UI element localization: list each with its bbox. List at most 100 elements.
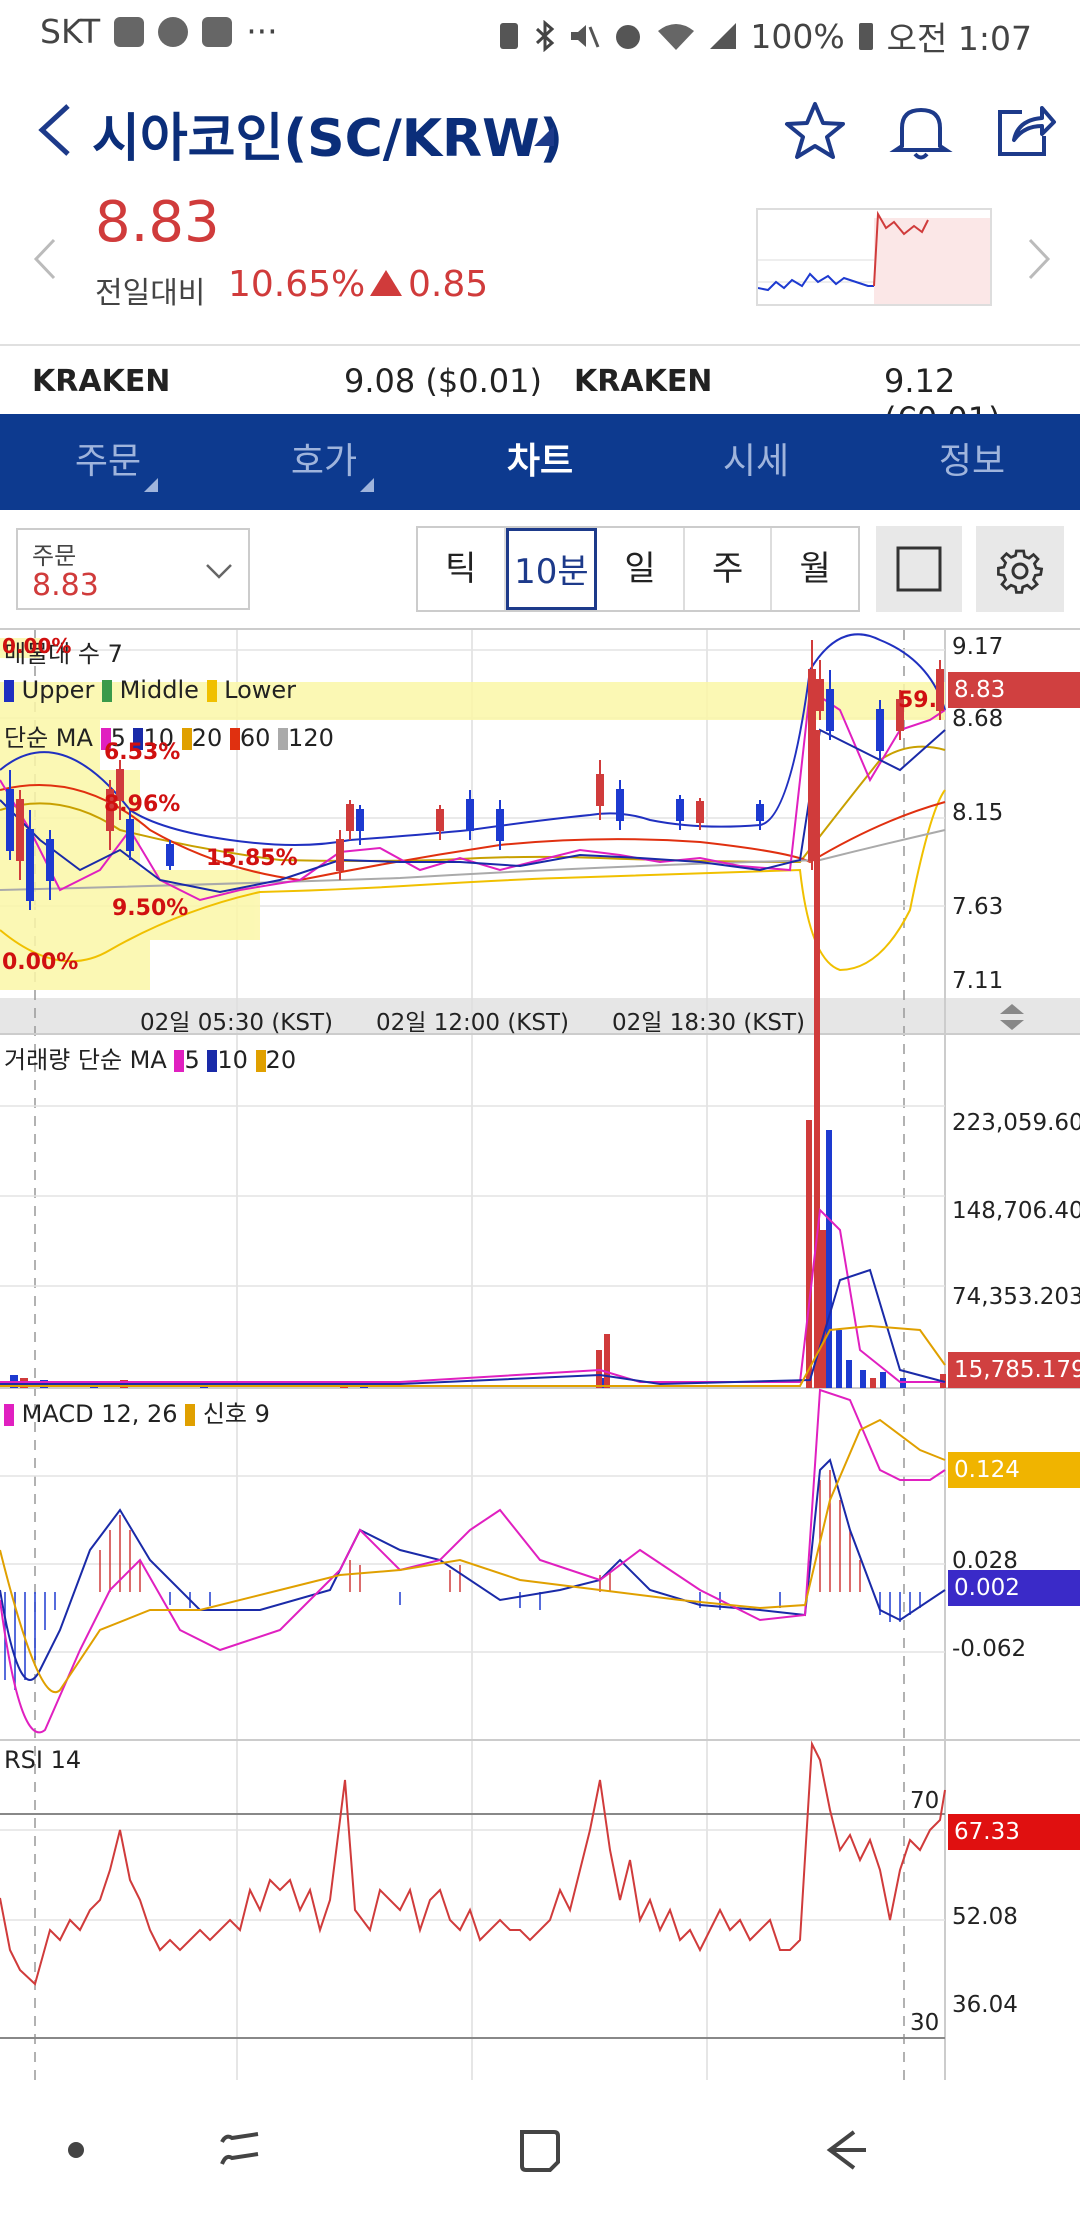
app-header: 시아코인(SC/KRW) xyxy=(0,80,1080,180)
tab-label: 차트 xyxy=(506,441,574,482)
signal-label: 신호 9 xyxy=(202,1400,270,1428)
vol-ma5-swatch xyxy=(174,1050,185,1072)
bell-icon[interactable] xyxy=(888,98,954,164)
volume-tick: 74,353.203 xyxy=(952,1284,1080,1310)
dropdown-corner-icon xyxy=(360,478,374,492)
app-notification-icon xyxy=(158,16,189,47)
carrier-label: SKT xyxy=(40,12,101,51)
rsi-tick: 52.08 xyxy=(952,1904,1018,1930)
next-coin-arrow-icon[interactable] xyxy=(1024,236,1054,282)
price-tick: 7.63 xyxy=(952,894,1004,920)
mini-price-chart[interactable] xyxy=(756,208,992,306)
tab-chart[interactable]: 차트 xyxy=(432,414,648,510)
change-percent: 10.65% xyxy=(228,264,366,305)
tab-orderbook[interactable]: 호가 xyxy=(216,414,432,510)
ma-period: 20 xyxy=(191,724,223,752)
period-selector: 틱 10분 일 주 월 xyxy=(416,526,860,612)
bollinger-middle-label: Middle xyxy=(119,676,199,704)
settings-button[interactable] xyxy=(976,526,1064,612)
rsi-tick: 36.04 xyxy=(952,1992,1018,2018)
profile-percent-label: 15.85% xyxy=(206,846,298,871)
dropdown-corner-icon xyxy=(144,478,158,492)
vol-ma20-swatch xyxy=(255,1050,266,1072)
tab-label: 정보 xyxy=(938,441,1006,482)
alarm-icon xyxy=(616,25,641,49)
back-nav-icon[interactable] xyxy=(816,2120,876,2180)
current-price-badge: 8.83 xyxy=(948,672,1080,708)
caret-down-icon[interactable] xyxy=(530,122,556,148)
tab-market[interactable]: 시세 xyxy=(648,414,864,510)
recent-apps-icon[interactable] xyxy=(210,2120,270,2180)
period-10min[interactable]: 10분 xyxy=(505,528,598,610)
ma60-swatch xyxy=(229,728,240,750)
ma-period: 20 xyxy=(265,1046,297,1074)
ma-period: 5 xyxy=(184,1046,200,1074)
exchange-name: KRAKEN xyxy=(574,364,713,399)
square-layout-icon xyxy=(896,546,942,592)
prev-day-label: 전일대비 xyxy=(95,276,206,311)
home-icon[interactable] xyxy=(510,2120,570,2180)
time-tick: 02일 12:00 (KST) xyxy=(376,1010,570,1036)
gear-icon xyxy=(997,549,1044,594)
rsi-level-70: 70 xyxy=(910,1788,940,1814)
up-triangle-icon xyxy=(370,270,402,296)
back-icon[interactable] xyxy=(28,98,84,162)
battery-percent: 100% xyxy=(750,16,845,56)
tab-order[interactable]: 주문 xyxy=(0,414,216,510)
tab-label: 호가 xyxy=(290,441,358,482)
macd-label: MACD 12, 26 xyxy=(21,1400,178,1428)
order-type-select[interactable]: 주문 8.83 xyxy=(16,528,250,610)
ma-period: 120 xyxy=(288,724,334,752)
price-tick: 8.15 xyxy=(952,800,1004,826)
exchange-price: 9.08 ($0.01) xyxy=(344,362,542,400)
box-notification-icon xyxy=(202,16,233,47)
tab-label: 주문 xyxy=(74,441,142,482)
bollinger-upper-label: Upper xyxy=(21,676,95,704)
signal-icon xyxy=(710,23,737,49)
macd-tick: -0.062 xyxy=(952,1636,1027,1662)
macd-swatch xyxy=(4,1404,14,1426)
bluetooth-icon xyxy=(536,20,555,52)
battery-icon xyxy=(858,23,873,50)
wifi-icon xyxy=(658,24,695,50)
lower-swatch xyxy=(206,680,217,702)
share-icon[interactable] xyxy=(992,98,1058,164)
layout-button[interactable] xyxy=(876,526,962,612)
period-tick[interactable]: 틱 xyxy=(418,528,506,610)
tab-bar: 주문 호가 차트 시세 정보 xyxy=(0,414,1080,510)
current-volume-badge: 15,785.179 xyxy=(948,1352,1080,1388)
profile-percent-label: 9.50% xyxy=(112,896,189,921)
chevron-down-icon xyxy=(206,564,232,579)
exchange-price-row: KRAKEN 9.08 ($0.01) KRAKEN 9.12 (€0.01) xyxy=(0,346,1080,438)
dot-icon[interactable] xyxy=(56,2120,96,2180)
bollinger-lower-label: Lower xyxy=(224,676,297,704)
period-week[interactable]: 주 xyxy=(685,528,773,610)
mute-icon xyxy=(571,25,600,48)
system-nav-bar xyxy=(0,2080,1080,2220)
volume-tick: 223,059.608 xyxy=(952,1110,1080,1136)
order-select-value: 8.83 xyxy=(32,568,99,603)
tab-info[interactable]: 정보 xyxy=(864,414,1080,510)
period-month[interactable]: 월 xyxy=(772,528,858,610)
vol-ma10-swatch xyxy=(207,1050,218,1072)
price-tick: 8.68 xyxy=(952,706,1004,732)
profile-percent-label: 6.53% xyxy=(104,740,181,765)
chart-canvas[interactable] xyxy=(0,630,1080,2080)
ma120-swatch xyxy=(278,728,289,750)
price-tick: 9.17 xyxy=(952,634,1004,660)
ma-period: 10 xyxy=(217,1046,248,1074)
profile-percent-label: 8.96% xyxy=(104,792,181,817)
previous-coin-arrow-icon[interactable] xyxy=(30,236,60,282)
page-title[interactable]: 시아코인(SC/KRW) xyxy=(92,96,563,171)
bollinger-legend: Upper Middle Lower xyxy=(4,676,296,704)
star-icon[interactable] xyxy=(782,98,848,164)
rsi-level-30: 30 xyxy=(910,2010,940,2036)
exchange-name: KRAKEN xyxy=(32,364,171,399)
rsi-label: RSI 14 xyxy=(4,1746,82,1774)
current-rsi-badge: 67.33 xyxy=(948,1814,1080,1850)
macd-signal-badge: 0.124 xyxy=(948,1452,1080,1488)
mini-chart-svg xyxy=(757,210,990,304)
period-day[interactable]: 일 xyxy=(597,528,685,610)
tab-label: 시세 xyxy=(722,441,790,482)
middle-swatch xyxy=(101,680,112,702)
